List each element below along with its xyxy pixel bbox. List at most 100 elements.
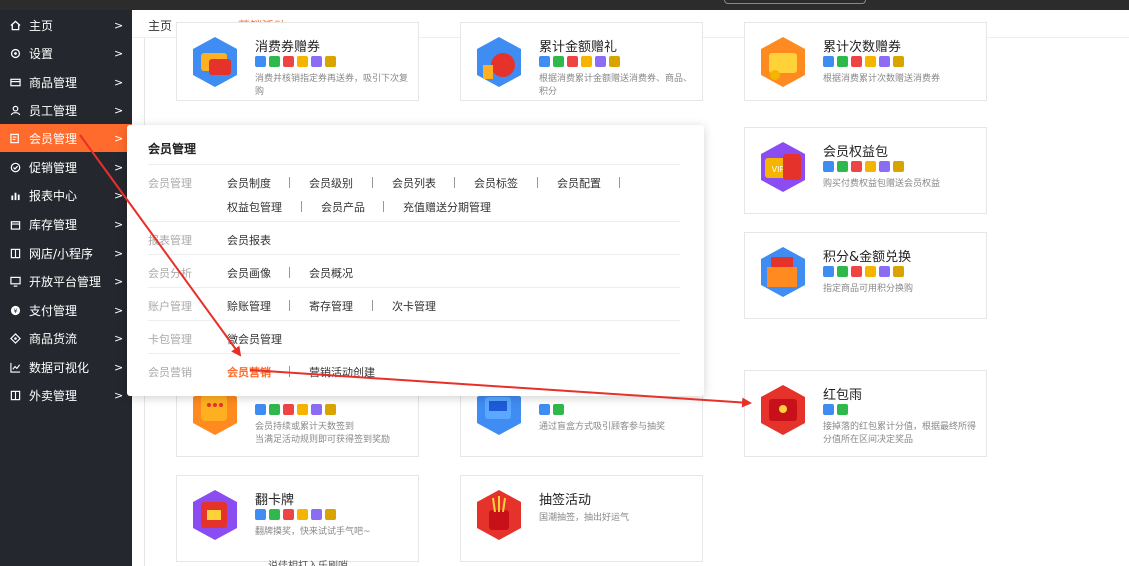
- link-benefit-package[interactable]: 权益包管理: [227, 199, 282, 215]
- coupon-gift-illustration: [193, 37, 237, 87]
- link-member-products[interactable]: 会员产品: [321, 199, 365, 215]
- sidebar-item-reports[interactable]: 报表中心 >: [0, 181, 132, 209]
- link-recharge-installment[interactable]: 充值赠送分期管理: [403, 199, 491, 215]
- chevron-right-icon: >: [114, 160, 124, 174]
- sidebar: 主页 > 设置 > 商品管理 > 员工管理 > 会员管理 > 促销管理 > 报表…: [0, 10, 132, 566]
- link-member-overview[interactable]: 会员概况: [309, 265, 353, 281]
- link-member-portrait[interactable]: 会员画像: [227, 265, 271, 281]
- card-description: 指定商品可用积分换购: [823, 284, 914, 294]
- link-member-tags[interactable]: 会员标签: [474, 175, 518, 191]
- chevron-right-icon: >: [114, 46, 124, 60]
- chevron-right-icon: >: [114, 103, 124, 117]
- card-description: 国潮抽签，抽出好运气: [539, 513, 630, 523]
- link-credit-management[interactable]: 赊账管理: [227, 298, 271, 314]
- separator: [289, 177, 290, 188]
- sidebar-item-label: 会员管理: [29, 131, 78, 146]
- sidebar-item-payment[interactable]: ¥ 支付管理 >: [0, 296, 132, 324]
- card-title: 累计金额赠礼: [539, 40, 618, 55]
- sidebar-item-online-store[interactable]: 网店/小程序 >: [0, 239, 132, 267]
- top-search-box[interactable]: [724, 0, 866, 4]
- link-storage-management[interactable]: 寄存管理: [309, 298, 353, 314]
- svg-text:¥: ¥: [13, 306, 17, 314]
- link-member-marketing[interactable]: 会员营销: [227, 364, 271, 380]
- sidebar-item-settings[interactable]: 设置 >: [0, 39, 132, 67]
- chevron-right-icon: >: [114, 388, 124, 402]
- activity-card-points-exchange[interactable]: 积分&金额兑换 指定商品可用积分换购: [744, 232, 987, 319]
- sidebar-item-label: 商品管理: [29, 75, 78, 90]
- sidebar-item-promotions[interactable]: 促销管理 >: [0, 153, 132, 181]
- member-management-dropdown: 会员管理 会员管理 会员制度 会员级别 会员列表 会员标签 会员配置 权益包管理…: [127, 125, 704, 396]
- red-packet-illustration: [761, 385, 805, 435]
- chevron-right-icon: >: [114, 217, 124, 231]
- link-create-marketing-activity[interactable]: 营销活动创建: [309, 364, 375, 380]
- sidebar-item-products[interactable]: 商品管理 >: [0, 68, 132, 96]
- separator: [289, 300, 290, 311]
- activity-card-coupon-gift[interactable]: 消费券赠券 消费并核销指定券再送券，吸引下次复购: [176, 22, 419, 101]
- activity-card-flip-card[interactable]: 翻卡牌 翻牌摸奖，快来试试手气吧~: [176, 475, 419, 562]
- points-exchange-illustration: [761, 247, 805, 297]
- sidebar-item-members[interactable]: 会员管理 >: [0, 124, 132, 152]
- dropdown-title: 会员管理: [148, 142, 197, 156]
- platform-badges: [823, 266, 904, 277]
- sidebar-item-label: 支付管理: [29, 303, 78, 318]
- sidebar-item-takeout[interactable]: 外卖管理 >: [0, 381, 132, 409]
- count-gift-illustration: [761, 37, 805, 87]
- home-icon: [9, 19, 21, 31]
- box-icon: [9, 218, 21, 230]
- link-member-list[interactable]: 会员列表: [392, 175, 436, 191]
- card-description: 通过盲盒方式吸引顾客参与抽奖: [539, 422, 666, 432]
- dropdown-category: 报表管理: [148, 234, 192, 247]
- activity-card-count-gift[interactable]: 累计次数赠券 根据消费累计次数赠送消费券: [744, 22, 987, 101]
- sidebar-item-goods-flow[interactable]: 商品货流 >: [0, 324, 132, 352]
- card-description: 消费并核销指定券再送券，吸引下次复购: [255, 74, 409, 97]
- chevron-right-icon: >: [114, 18, 124, 32]
- link-micro-member[interactable]: 微会员管理: [227, 331, 282, 347]
- activity-card-member-benefits[interactable]: VIP 会员权益包 购买付费权益包赠送会员权益: [744, 127, 987, 214]
- svg-text:VIP: VIP: [772, 165, 785, 174]
- sidebar-item-open-platform[interactable]: 开放平台管理 >: [0, 267, 132, 295]
- activity-card-draw-lots[interactable]: 抽签活动 国潮抽签，抽出好运气: [460, 475, 703, 562]
- tab-home[interactable]: 主页: [148, 17, 172, 34]
- separator: [289, 267, 290, 278]
- link-count-card-management[interactable]: 次卡管理: [392, 298, 436, 314]
- user-icon: [9, 104, 21, 116]
- dropdown-row-marketing: 会员营销 会员营销 营销活动创建: [148, 353, 680, 389]
- card-title: 消费券赠券: [255, 40, 321, 55]
- card-title: 红包雨: [823, 388, 863, 403]
- activity-card-amount-gift[interactable]: 累计金额赠礼 根据消费累计金额赠送消费券、商品、积分: [460, 22, 703, 101]
- link-member-config[interactable]: 会员配置: [557, 175, 601, 191]
- sidebar-item-label: 主页: [29, 18, 54, 33]
- platform-badges: [539, 56, 620, 67]
- sidebar-item-inventory[interactable]: 库存管理 >: [0, 210, 132, 238]
- chevron-right-icon: >: [114, 274, 124, 288]
- member-icon: [9, 132, 21, 144]
- sidebar-item-home[interactable]: 主页 >: [0, 11, 132, 39]
- bottom-text: 说佳相打入乐刷哨: [268, 557, 348, 566]
- sidebar-item-staff[interactable]: 员工管理 >: [0, 96, 132, 124]
- sidebar-item-label: 开放平台管理: [29, 274, 102, 289]
- platform-badges: [823, 56, 904, 67]
- link-member-level[interactable]: 会员级别: [309, 175, 353, 191]
- card-title: 积分&金额兑换: [823, 250, 912, 265]
- dropdown-row-reports: 报表管理 会员报表: [148, 221, 680, 254]
- card-description: 根据消费累计金额赠送消费券、商品、积分: [539, 74, 693, 97]
- separator: [537, 177, 538, 188]
- amount-gift-illustration: [477, 37, 521, 87]
- flip-card-illustration: [193, 490, 237, 540]
- sidebar-item-data-visualization[interactable]: 数据可视化 >: [0, 353, 132, 381]
- sidebar-item-label: 促销管理: [29, 160, 78, 175]
- link-member-report[interactable]: 会员报表: [227, 232, 271, 248]
- card-title: 抽签活动: [539, 493, 592, 508]
- bar-chart-icon: [9, 189, 21, 201]
- chevron-right-icon: >: [114, 188, 124, 202]
- card-description: 接掉落的红包累计分值，根据最终所得分值所在区间决定奖品: [823, 422, 977, 445]
- chevron-right-icon: >: [114, 75, 124, 89]
- card-description: 翻牌摸奖，快来试试手气吧~: [255, 527, 371, 537]
- chevron-right-icon: >: [114, 131, 124, 145]
- link-member-system[interactable]: 会员制度: [227, 175, 271, 191]
- sidebar-item-label: 商品货流: [29, 331, 78, 346]
- chevron-right-icon: >: [114, 360, 124, 374]
- platform-badges: [823, 404, 848, 415]
- chevron-right-icon: >: [114, 246, 124, 260]
- activity-card-red-packet-rain[interactable]: 红包雨 接掉落的红包累计分值，根据最终所得分值所在区间决定奖品: [744, 370, 987, 457]
